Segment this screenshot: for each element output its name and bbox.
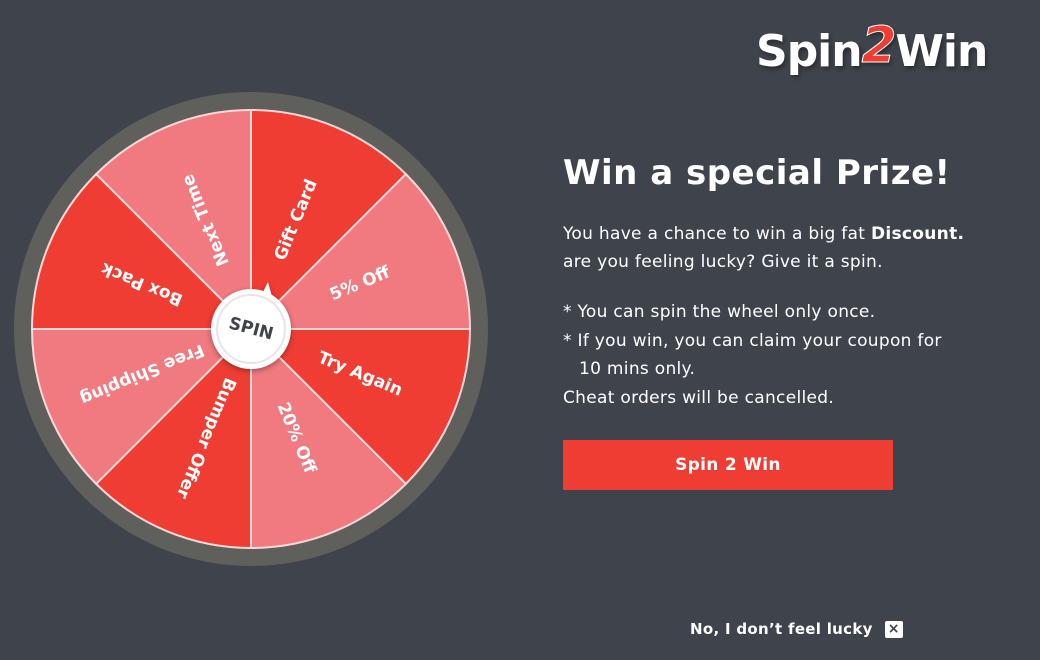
spin2win-logo: Spin2Win: [756, 16, 988, 78]
logo-text-win: Win: [895, 26, 988, 77]
intro-discount: Discount.: [870, 224, 965, 244]
rule-spin-once: * You can spin the wheel only once.: [563, 302, 876, 322]
rules-list: * You can spin the wheel only once. * If…: [563, 298, 1003, 412]
intro-line1: You have a chance to win a big fat: [563, 224, 871, 244]
promo-panel: Win a special Prize! You have a chance t…: [563, 150, 1003, 412]
logo-text-2: 2: [861, 16, 897, 75]
prize-wheel[interactable]: Gift Card 5% Off Try Again 20% Off Bumper Of…: [0, 0, 520, 660]
headline: Win a special Prize!: [563, 153, 951, 193]
prize-wheel-graphic: Gift Card5% OffTry Again20% OffBumper Of…: [14, 92, 488, 566]
decline-label[interactable]: No, I don’t feel lucky: [690, 620, 873, 638]
rule-claim-coupon-cont: 10 mins only.: [579, 359, 696, 379]
decline-link[interactable]: No, I don’t feel lucky ×: [690, 620, 903, 638]
close-icon[interactable]: ×: [884, 620, 903, 638]
rule-claim-coupon: * If you win, you can claim your coupon …: [563, 330, 942, 351]
rule-cheat-orders: Cheat orders will be cancelled.: [563, 387, 835, 408]
intro-text: You have a chance to win a big fat Disco…: [563, 220, 1003, 276]
logo-text-spin: Spin: [756, 26, 863, 77]
spin-2-win-button[interactable]: Spin 2 Win: [563, 440, 893, 490]
intro-line2: are you feeling lucky? Give it a spin.: [563, 252, 883, 272]
